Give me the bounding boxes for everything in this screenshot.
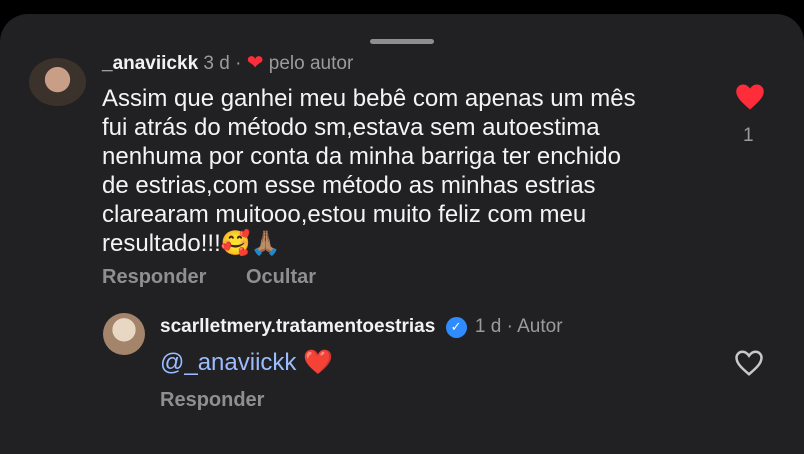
reply-avatar[interactable]	[103, 313, 145, 355]
hide-button[interactable]: Ocultar	[246, 266, 316, 289]
comment-time: 3 d	[203, 53, 230, 74]
sheet-drag-handle[interactable]	[370, 39, 434, 44]
reply-button[interactable]: Responder	[102, 266, 206, 289]
liked-by-author-label: pelo autor	[268, 53, 354, 74]
avatar[interactable]	[29, 58, 86, 106]
heart-emoji: ❤️	[303, 349, 333, 376]
reply-time: 1 d	[474, 316, 502, 337]
comment-meta: _anaviickk 3 d · ❤ pelo autor	[102, 52, 354, 74]
reply-button[interactable]: Responder	[160, 389, 264, 412]
like-heart-filled-icon[interactable]	[735, 83, 765, 111]
heart-icon: ❤	[246, 52, 264, 74]
comment-text: Assim que ganhei meu bebê com apenas um …	[102, 85, 636, 257]
reply-meta: scarlletmery.tratamentoestrias ✓ 1 d · A…	[160, 316, 563, 338]
reply-username[interactable]: scarlletmery.tratamentoestrias	[160, 316, 435, 337]
like-heart-outline-icon[interactable]	[734, 349, 764, 377]
mention-link[interactable]: @_anaviickk	[160, 349, 296, 376]
reply-text: @_anaviickk ❤️	[160, 348, 560, 377]
like-count: 1	[743, 125, 754, 146]
author-label: Autor	[517, 316, 563, 337]
comment-username[interactable]: _anaviickk	[102, 53, 198, 74]
verified-badge-icon: ✓	[445, 316, 467, 338]
